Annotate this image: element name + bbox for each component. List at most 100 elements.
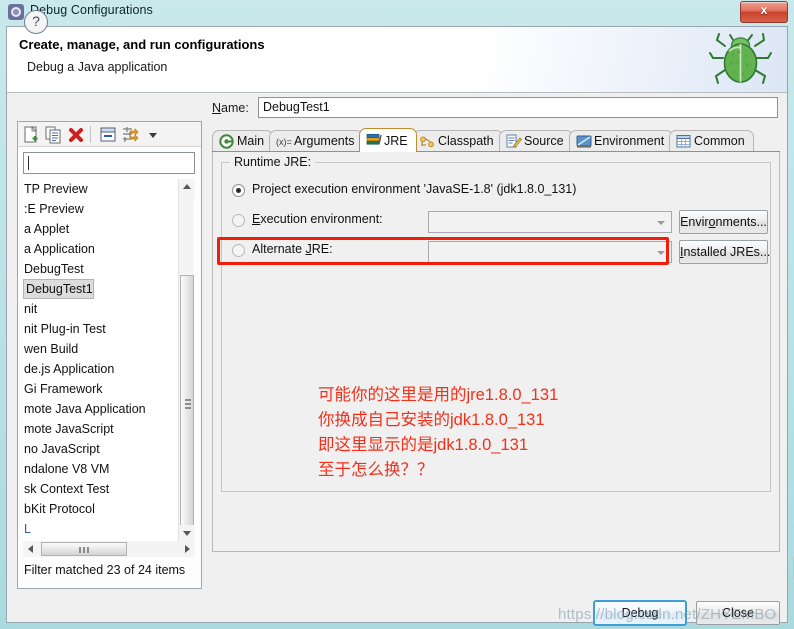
tree-item-label: mote Java Application [24, 402, 146, 416]
tree-item[interactable]: a Application [23, 239, 95, 259]
tab-underline [212, 151, 780, 152]
tab-main[interactable]: Main [212, 130, 273, 152]
svg-text:(x)=: (x)= [276, 137, 292, 147]
tree-item-label: nit [24, 302, 38, 316]
toolbar-separator [90, 126, 91, 143]
tab-bar: Main (x)= Arguments JRE Classpath Source Envir… [212, 128, 780, 152]
alternate-jre-radio[interactable] [232, 244, 245, 257]
horizontal-scrollbar-thumb[interactable] [41, 542, 127, 556]
filter-launch-configurations-icon[interactable] [120, 125, 140, 144]
chevron-down-icon[interactable] [146, 125, 160, 144]
tree-item-label: DebugTest1 [26, 282, 93, 296]
scroll-up-arrow-icon[interactable] [179, 179, 195, 195]
revert-apply-bar: Revert Apply [413, 556, 794, 586]
execution-environment-radio[interactable] [232, 214, 245, 227]
tree-item-label: TP Preview [24, 182, 88, 196]
tree-item[interactable]: nit Plug-in Test [23, 319, 106, 339]
scroll-down-arrow-icon[interactable] [179, 525, 195, 541]
alternate-jre-combo[interactable] [428, 241, 672, 263]
tree-item-label: sk Context Test [24, 482, 110, 496]
tree-horizontal-scrollbar[interactable] [23, 541, 195, 557]
tab-label: Source [524, 134, 564, 148]
dialog-banner: Create, manage, and run configurations D… [7, 27, 787, 93]
tree-item-label: :E Preview [24, 202, 84, 216]
tab-label: Classpath [438, 134, 494, 148]
filter-input[interactable] [23, 152, 195, 174]
tab-label: JRE [384, 134, 408, 148]
close-button[interactable]: Close [696, 601, 780, 625]
scroll-right-arrow-icon[interactable] [179, 541, 195, 557]
tab-label: Arguments [294, 134, 355, 148]
tab-arguments[interactable]: (x)= Arguments [269, 130, 363, 152]
tab-classpath[interactable]: Classpath [413, 130, 503, 152]
tab-label: Main [237, 134, 265, 148]
tree-item[interactable]: no JavaScript [23, 439, 100, 459]
tree-item[interactable]: a Applet [23, 219, 69, 239]
annotation-line: 即这里显示的是jdk1.8.0_131 [318, 436, 528, 454]
tree-item[interactable]: TP Preview [23, 179, 88, 199]
dialog-body: Create, manage, and run configurations D… [6, 26, 794, 626]
tree-item[interactable]: mote JavaScript [23, 419, 114, 439]
tree-item[interactable]: nit [23, 299, 37, 319]
close-icon: x [760, 3, 768, 17]
configuration-name-input[interactable]: DebugTest1 [258, 97, 778, 118]
execution-environment-combo[interactable] [428, 211, 672, 233]
tree-item[interactable]: wen Build [23, 339, 78, 359]
vertical-scrollbar-thumb[interactable] [180, 275, 194, 533]
tree-item[interactable]: sk Context Test [23, 479, 109, 499]
tab-environment[interactable]: Environment [569, 130, 673, 152]
new-configuration-icon[interactable] [22, 125, 42, 144]
gear-icon [8, 4, 24, 20]
tree-vertical-scrollbar[interactable] [178, 179, 195, 541]
annotation-line: 至于怎么换？？ [318, 461, 434, 479]
tree-item[interactable]: DebugTest [23, 259, 84, 279]
tree-item[interactable]: Gi Framework [23, 379, 102, 399]
main-tab-icon [219, 134, 234, 149]
delete-configuration-icon[interactable] [66, 125, 86, 144]
project-execution-environment-radio[interactable] [232, 184, 245, 197]
tree-item[interactable]: L [23, 519, 31, 539]
scroll-left-arrow-icon[interactable] [23, 541, 39, 557]
page-title: Create, manage, and run configurations [19, 37, 265, 52]
tree-item-label: ndalone V8 VM [24, 462, 110, 476]
tree-item-label: a Application [24, 242, 95, 256]
tree-item[interactable]: ndalone V8 VM [23, 459, 109, 479]
configurations-tree-panel: TP Preview :E Preview a Applet a Applicatio… [17, 121, 202, 589]
dialog-content: TP Preview :E Preview a Applet a Applicatio… [7, 93, 794, 599]
tree-item-label: a Applet [24, 222, 70, 236]
debug-button[interactable]: Debug [593, 600, 687, 626]
duplicate-configuration-icon[interactable] [44, 125, 64, 144]
environment-tab-icon [576, 134, 592, 149]
annotation-line: 可能你的这里是用的jre1.8.0_131 [318, 386, 559, 404]
tree-item[interactable]: bKit Protocol [23, 499, 95, 519]
tab-jre[interactable]: JRE [359, 128, 417, 152]
source-tab-icon [506, 134, 523, 149]
alternate-jre-label: Alternate JRE: [252, 242, 333, 256]
collapse-all-icon[interactable] [98, 125, 118, 144]
tree-item[interactable]: mote Java Application [23, 399, 146, 419]
common-tab-icon [676, 134, 691, 149]
chevron-down-icon [657, 251, 665, 255]
dialog-footer: Debug Close [7, 599, 787, 626]
window-close-button[interactable]: x [740, 1, 788, 23]
tree-item[interactable]: :E Preview [23, 199, 84, 219]
tab-source[interactable]: Source [499, 130, 573, 152]
tab-common[interactable]: Common [669, 130, 754, 152]
name-label: Name: [212, 101, 249, 115]
configurations-tree[interactable]: TP Preview :E Preview a Applet a Applicatio… [23, 179, 195, 541]
help-button[interactable]: ? [24, 10, 48, 34]
tree-item[interactable]: DebugTest1 [23, 279, 94, 299]
chevron-down-icon [657, 221, 665, 225]
runtime-jre-group: Runtime JRE: Project execution environme… [221, 155, 771, 492]
tree-item-label: DebugTest [24, 262, 84, 276]
jre-tab-icon [366, 132, 382, 147]
tree-item-label: no JavaScript [24, 442, 100, 456]
window-titlebar: Debug Configurations x [0, 0, 794, 24]
tree-item[interactable]: de.js Application [23, 359, 114, 379]
environments-button[interactable]: Environments... [679, 210, 768, 234]
configuration-editor-panel: Name: DebugTest1 Main (x)= Arguments JRE Cla… [210, 95, 794, 589]
installed-jres-button[interactable]: Installed JREs... [679, 240, 770, 264]
tree-toolbar [18, 122, 201, 147]
page-subtitle: Debug a Java application [27, 60, 168, 74]
jre-tab-page: Runtime JRE: Project execution environme… [212, 152, 780, 552]
